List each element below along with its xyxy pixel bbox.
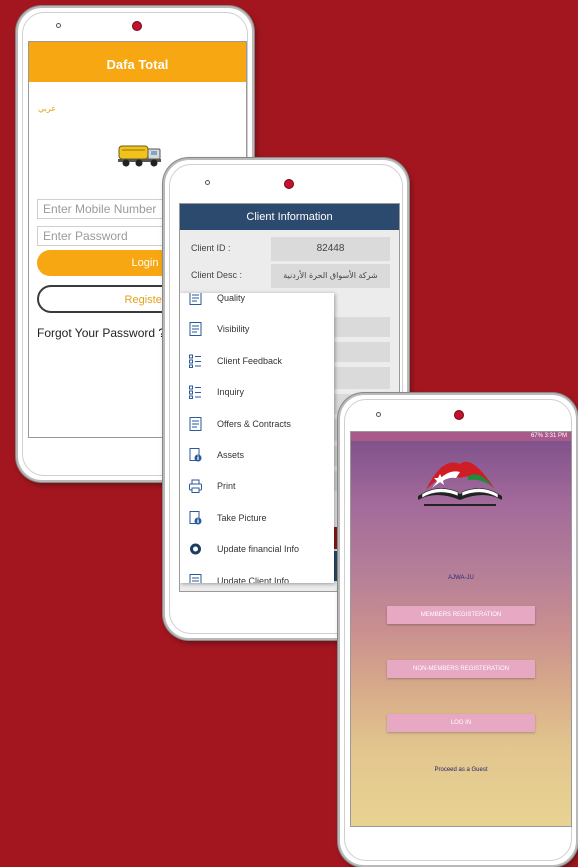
menu-item-update-client-info[interactable]: Update Client Info: [180, 568, 334, 583]
document-icon: [189, 416, 202, 431]
menu-item-label: Quality: [217, 293, 246, 303]
options-menu: Quality Visibility Client Feedback Inquiry O…: [180, 293, 334, 583]
menu-item-label: Print: [217, 481, 236, 492]
document-icon: [189, 573, 202, 583]
menu-item-inquiry[interactable]: Inquiry: [180, 379, 334, 405]
app-header: Dafa Total: [29, 50, 246, 82]
proceed-as-guest-link[interactable]: Proceed as a Guest: [351, 767, 571, 773]
client-info-header: Client Information: [180, 204, 399, 230]
checklist-icon: [189, 354, 202, 368]
menu-item-label: Update Client Info: [217, 575, 290, 583]
printer-icon: [189, 479, 202, 494]
menu-item-quality[interactable]: Quality: [180, 293, 334, 311]
login-button[interactable]: LOG IN: [387, 714, 535, 732]
client-id-label: Client ID :: [191, 243, 231, 253]
menu-item-visibility[interactable]: Visibility: [180, 316, 334, 342]
camera-dot: [132, 21, 142, 31]
status-bar: 67% 3:31 PM: [351, 432, 571, 441]
menu-item-print[interactable]: Print: [180, 473, 334, 499]
jordan-book-logo-icon: [418, 461, 502, 506]
document-icon: [189, 293, 202, 305]
menu-item-offers-contracts[interactable]: Offers & Contracts: [180, 411, 334, 437]
client-id-row: Client ID : 82448: [180, 236, 399, 262]
client-desc-row: Client Desc : شركة الأسواق الحرة الأردني…: [180, 263, 399, 289]
sensor-dot: [56, 23, 61, 28]
menu-item-label: Update financial Info: [217, 544, 300, 555]
forgot-password-link[interactable]: Forgot Your Password ?: [37, 326, 165, 340]
client-id-value: 82448: [271, 237, 390, 261]
menu-item-label: Visibility: [217, 324, 250, 335]
menu-item-label: Offers & Contracts: [217, 418, 291, 429]
menu-item-label: Take Picture: [217, 512, 267, 523]
circle-icon: [189, 542, 202, 556]
menu-item-label: Client Feedback: [217, 355, 283, 366]
camera-dot: [284, 179, 294, 189]
menu-item-take-picture[interactable]: Take Picture: [180, 505, 334, 531]
language-link[interactable]: عربي: [38, 104, 56, 113]
sensor-dot: [205, 180, 210, 185]
members-registration-button[interactable]: MEMBERS REGISTERATION: [387, 606, 535, 624]
tanker-truck-icon: [118, 145, 161, 167]
checklist-icon: [189, 385, 202, 400]
menu-item-label: Inquiry: [217, 387, 245, 398]
client-desc-label: Client Desc :: [191, 270, 243, 280]
sensor-dot: [376, 412, 381, 417]
document-icon: [189, 322, 202, 337]
phone-ajwa: 67% 3:31 PM AJWA-JU MEMBERS REGISTERATIO…: [338, 393, 578, 867]
info-document-icon: [189, 448, 202, 462]
client-desc-value: شركة الأسواق الحرة الأردنية: [271, 264, 390, 288]
menu-item-assets[interactable]: Assets: [180, 442, 334, 468]
ajwa-home-screen: 67% 3:31 PM AJWA-JU MEMBERS REGISTERATIO…: [350, 431, 572, 827]
status-bar: [29, 42, 246, 50]
menu-item-label: Assets: [217, 450, 245, 460]
camera-dot: [454, 410, 464, 420]
menu-item-update-financial-info[interactable]: Update financial Info: [180, 536, 334, 562]
menu-item-client-feedback[interactable]: Client Feedback: [180, 348, 334, 374]
info-document-icon: [189, 510, 202, 525]
app-title: AJWA-JU: [448, 575, 474, 581]
non-members-registration-button[interactable]: NON-MEMBERS REGISTERATION: [387, 660, 535, 678]
